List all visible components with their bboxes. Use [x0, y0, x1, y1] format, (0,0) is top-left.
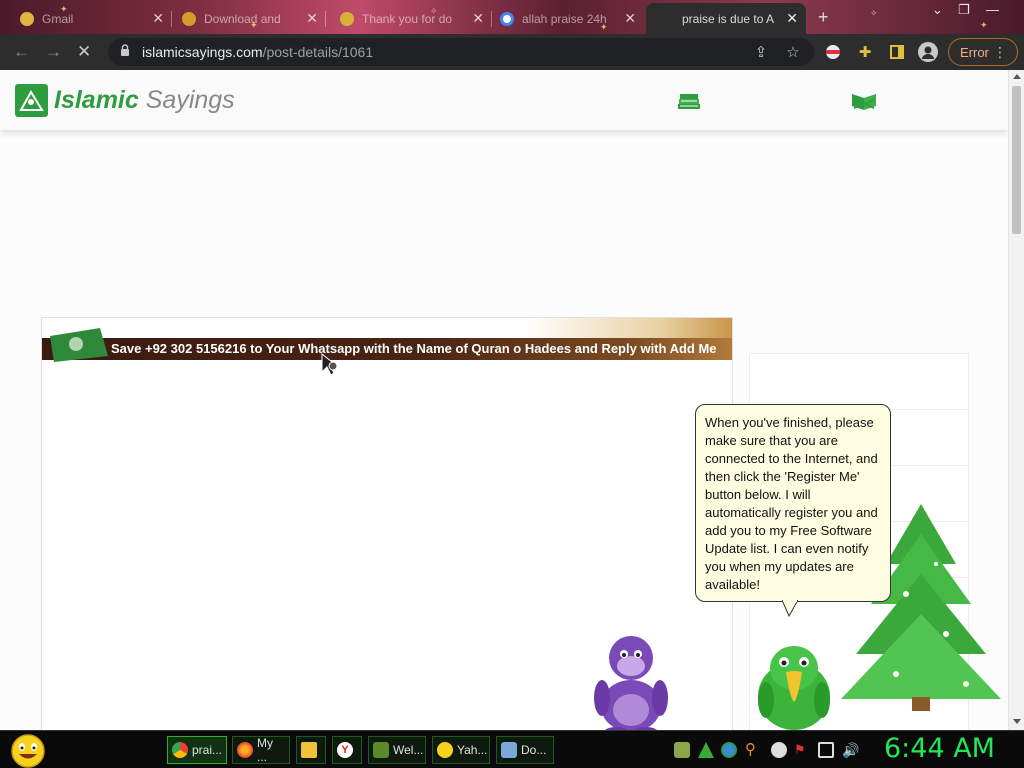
taskbar: prai... My ... Y Wel... Yah... Do... ⚲ ⚑…: [0, 730, 1024, 768]
menu-dots-icon[interactable]: ⋮: [993, 44, 1007, 61]
yahoo-messenger-icon: [437, 742, 453, 758]
tab-gmail[interactable]: Gmail ✕: [12, 3, 172, 34]
taskbar-bonzi[interactable]: Wel...: [368, 736, 426, 764]
taskbar-chrome[interactable]: prai...: [167, 736, 227, 764]
restore-window-icon[interactable]: ❐: [958, 2, 970, 18]
tab-download[interactable]: Download and ✕: [174, 3, 326, 34]
minimize-icon[interactable]: —: [986, 2, 999, 17]
address-bar[interactable]: islamicsayings.com/post-details/1061: [108, 38, 814, 66]
gmail-favicon-icon: [20, 11, 34, 26]
tab-google-search[interactable]: allah praise 24h ✕: [492, 3, 644, 34]
stop-loading-icon[interactable]: ✕: [77, 42, 91, 62]
lock-icon: [121, 44, 129, 56]
share-icon[interactable]: ⇪: [751, 42, 771, 62]
error-button[interactable]: Error ⋮: [948, 38, 1018, 66]
site-header: Islamic Sayings: [0, 70, 1008, 130]
mouse-cursor-icon: [321, 352, 339, 376]
close-tab-icon[interactable]: ✕: [472, 10, 484, 27]
taskbar-download[interactable]: Do...: [496, 736, 554, 764]
new-tab-button[interactable]: +: [818, 7, 829, 28]
assistant-speech-bubble: When you've finished, please make sure t…: [695, 404, 891, 602]
books-icon[interactable]: [676, 92, 702, 112]
page-scrollbar[interactable]: [1008, 70, 1024, 730]
side-panel-icon[interactable]: [887, 42, 907, 62]
profile-avatar-icon[interactable]: [918, 42, 938, 62]
tray-tree-icon[interactable]: [698, 742, 714, 758]
extensions-puzzle-icon[interactable]: ✚: [855, 42, 875, 62]
scroll-up-icon[interactable]: [1013, 74, 1021, 79]
taskbar-firefox[interactable]: My ...: [232, 736, 290, 764]
tray-bonzi-icon[interactable]: [674, 742, 690, 758]
start-smiley-icon[interactable]: [9, 733, 47, 768]
quran-flag-icon: [50, 328, 108, 362]
tray-globe-icon[interactable]: [721, 742, 737, 758]
yandex-icon: Y: [337, 742, 353, 758]
whatsapp-banner[interactable]: Save +92 302 5156216 to Your Whatsapp wi…: [42, 338, 732, 360]
taskbar-folder[interactable]: [296, 736, 326, 764]
download-favicon-icon: [182, 11, 196, 26]
bonzi-gorilla-icon[interactable]: [588, 628, 674, 730]
extension-flag-icon[interactable]: [823, 42, 843, 62]
forward-arrow-icon[interactable]: →: [45, 42, 62, 62]
close-tab-icon[interactable]: ✕: [152, 10, 164, 27]
folder-icon: [301, 742, 317, 758]
download-icon: [501, 742, 517, 758]
page-viewport: Islamic Sayings Save +92 302 5156216 to …: [0, 70, 1024, 730]
close-tab-icon[interactable]: ✕: [786, 10, 798, 27]
chevron-down-icon[interactable]: ⌄: [932, 2, 943, 18]
green-parrot-icon[interactable]: [754, 640, 840, 730]
close-tab-icon[interactable]: ✕: [624, 10, 636, 27]
logo-icon[interactable]: [15, 84, 48, 117]
tray-search-icon[interactable]: ⚲: [745, 742, 761, 758]
close-tab-icon[interactable]: ✕: [306, 10, 318, 27]
taskbar-yahoo-messenger[interactable]: Yah...: [432, 736, 490, 764]
thank-you-favicon-icon: [340, 11, 354, 26]
tray-flag-icon[interactable]: ⚑: [794, 742, 810, 758]
browser-toolbar: ← → ✕ islamicsayings.com/post-details/10…: [0, 34, 1024, 70]
taskbar-yandex[interactable]: Y: [332, 736, 362, 764]
open-quran-icon[interactable]: [850, 92, 878, 112]
bookmark-star-icon[interactable]: ☆: [783, 42, 803, 62]
tray-minus-icon[interactable]: [771, 742, 787, 758]
back-arrow-icon[interactable]: ←: [13, 42, 30, 62]
scroll-down-icon[interactable]: [1013, 719, 1021, 724]
tray-volume-icon[interactable]: 🔊: [842, 742, 859, 758]
chrome-icon: [172, 742, 188, 758]
scrollbar-thumb[interactable]: [1012, 86, 1021, 234]
tray-network-icon[interactable]: [818, 742, 834, 758]
firefox-icon: [237, 742, 253, 758]
taskbar-clock[interactable]: 6:44 AM: [884, 733, 995, 764]
url-text: islamicsayings.com/post-details/1061: [142, 44, 374, 60]
tab-praise-active[interactable]: praise is due to A ✕: [646, 3, 806, 34]
bonzi-icon: [373, 742, 389, 758]
tab-strip: ✦ ✦ ✧ ✦ ✧ ✦ Gmail ✕ Download and ✕ Thank…: [0, 0, 1024, 34]
google-favicon-icon: [500, 11, 514, 26]
site-logo-text[interactable]: Islamic Sayings: [54, 86, 235, 115]
tab-thank-you[interactable]: Thank you for do ✕: [332, 3, 492, 34]
